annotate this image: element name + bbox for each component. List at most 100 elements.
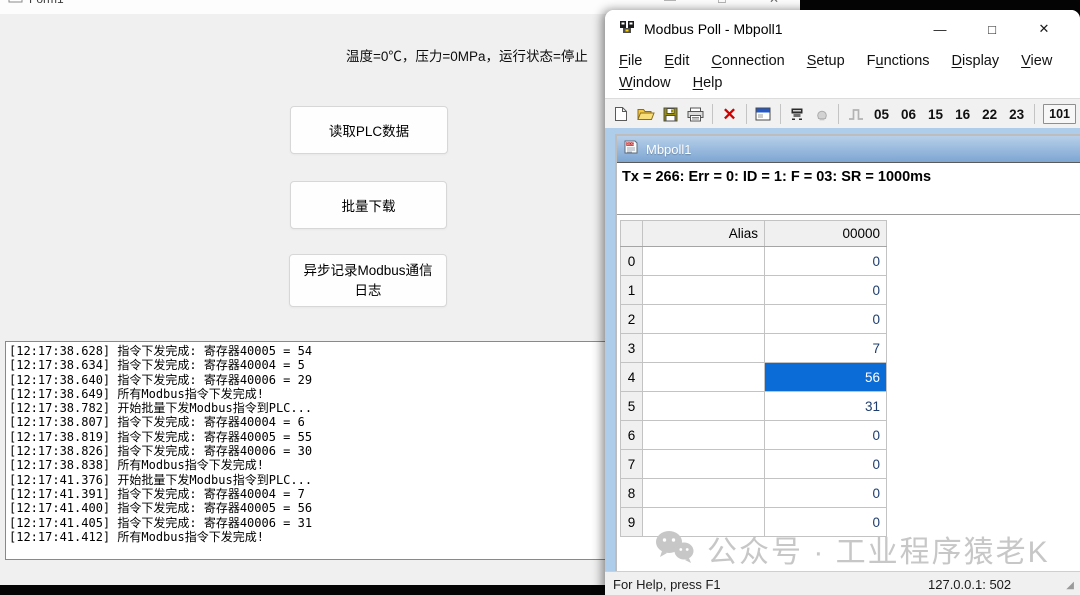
grid-cell-value[interactable]: 0: [765, 305, 887, 334]
modbus-poll-window: Modbus Poll - Mbpoll1 — □ ✕ File Edit Conn…: [605, 10, 1080, 595]
batch-download-button[interactable]: 批量下载: [290, 181, 447, 229]
grid-cell-alias[interactable]: [643, 508, 765, 537]
modbus-app-icon: [619, 19, 635, 40]
mbpoll1-client: Tx = 266: Err = 0: ID = 1: F = 03: SR = …: [617, 162, 1080, 571]
grid-cell-value[interactable]: 0: [765, 421, 887, 450]
read-plc-data-button[interactable]: 读取PLC数据: [290, 106, 448, 154]
grid-cell-alias[interactable]: [643, 247, 765, 276]
grid-cell-value[interactable]: 7: [765, 334, 887, 363]
disconnect-icon[interactable]: ✕: [717, 102, 742, 126]
modbus-window-title: Modbus Poll - Mbpoll1: [644, 21, 783, 37]
log-line: [12:17:38.634] 指令下发完成: 寄存器40004 = 5: [9, 358, 605, 372]
grid-row-8: 80: [621, 479, 887, 508]
grid-row-4: 4 56: [621, 363, 887, 392]
log-textbox[interactable]: [12:17:38.628] 指令下发完成: 寄存器40005 = 54[12:…: [5, 341, 606, 560]
new-file-icon[interactable]: [609, 102, 634, 126]
grid-cell-value[interactable]: 31: [765, 392, 887, 421]
grid-cell-alias[interactable]: [643, 450, 765, 479]
mbpoll1-titlebar[interactable]: DOC Mbpoll1: [617, 136, 1080, 162]
grid-cell-alias[interactable]: [643, 276, 765, 305]
menu-file[interactable]: File: [619, 50, 642, 72]
log-line: [12:17:38.782] 开始批量下发Modbus指令到PLC...: [9, 401, 605, 415]
grid-row-7: 70: [621, 450, 887, 479]
communication-traffic-icon[interactable]: [785, 102, 810, 126]
toolbar-separator: [746, 104, 747, 124]
grid-row-header[interactable]: 3: [621, 334, 643, 363]
grid-row-header[interactable]: 7: [621, 450, 643, 479]
log-line: [12:17:38.649] 所有Modbus指令下发完成!: [9, 387, 605, 401]
menu-view[interactable]: View: [1021, 50, 1052, 72]
log-line: [12:17:38.640] 指令下发完成: 寄存器40006 = 29: [9, 373, 605, 387]
toolbar-func-06-button[interactable]: 06: [895, 107, 922, 122]
mbpoll1-title: Mbpoll1: [646, 142, 692, 157]
mbpoll1-doc-icon: DOC: [623, 139, 639, 160]
grid-header-alias[interactable]: Alias: [643, 221, 765, 247]
save-icon[interactable]: [659, 102, 684, 126]
log-line: [12:17:41.376] 开始批量下发Modbus指令到PLC...: [9, 473, 605, 487]
toolbar-func-101-button[interactable]: 101: [1043, 104, 1076, 124]
plc-status-label: 温度=0℃，压力=0MPa，运行状态=停止: [346, 45, 588, 65]
grid-cell-alias[interactable]: [643, 305, 765, 334]
print-icon[interactable]: [683, 102, 708, 126]
log-line: [12:17:38.819] 指令下发完成: 寄存器40005 = 55: [9, 430, 605, 444]
grid-header-00000[interactable]: 00000: [765, 221, 887, 247]
grid-cell-alias[interactable]: [643, 334, 765, 363]
grid-row-header[interactable]: 6: [621, 421, 643, 450]
toolbar-func-22-button[interactable]: 22: [976, 107, 1003, 122]
grid-row-header[interactable]: 1: [621, 276, 643, 305]
setup-window-icon[interactable]: [751, 102, 776, 126]
grid-cell-value[interactable]: 0: [765, 450, 887, 479]
poll-status-line: Tx = 266: Err = 0: ID = 1: F = 03: SR = …: [617, 163, 1080, 185]
modbus-statusbar: For Help, press F1 127.0.0.1: 502 ◢: [605, 571, 1080, 595]
menu-window[interactable]: Window: [619, 72, 671, 94]
grid-row-3: 37: [621, 334, 887, 363]
menu-display[interactable]: Display: [952, 50, 1000, 72]
log-line: [12:17:41.391] 指令下发完成: 寄存器40004 = 7: [9, 487, 605, 501]
grid-corner-header: [621, 221, 643, 247]
register-grid: Alias 00000 0010203745653160708090: [620, 220, 887, 537]
grid-cell-value[interactable]: 0: [765, 247, 887, 276]
menu-connection[interactable]: Connection: [711, 50, 784, 72]
menu-functions[interactable]: Functions: [867, 50, 930, 72]
grid-row-header[interactable]: 8: [621, 479, 643, 508]
toolbar-func-15-button[interactable]: 15: [922, 107, 949, 122]
menu-setup[interactable]: Setup: [807, 50, 845, 72]
grid-row-header[interactable]: 4: [621, 363, 643, 392]
modbus-titlebar[interactable]: Modbus Poll - Mbpoll1 — □ ✕: [605, 10, 1080, 48]
toolbar-separator: [838, 104, 839, 124]
statusbar-resize-grip: ◢: [1066, 580, 1074, 591]
toolbar-func-05-button[interactable]: 05: [868, 107, 895, 122]
grid-cell-alias[interactable]: [643, 363, 765, 392]
menu-edit[interactable]: Edit: [664, 50, 689, 72]
grid-cell-alias[interactable]: [643, 479, 765, 508]
menu-help[interactable]: Help: [693, 72, 723, 94]
grid-cell-value[interactable]: 0: [765, 276, 887, 305]
form1-app-icon: [8, 0, 23, 9]
toolbar-func-16-button[interactable]: 16: [949, 107, 976, 122]
modbus-close-button[interactable]: ✕: [1018, 10, 1070, 48]
menu-row-2: Window Help: [619, 72, 1080, 94]
svg-text:DOC: DOC: [627, 142, 635, 146]
modbus-minimize-button[interactable]: —: [914, 10, 966, 48]
grid-cell-alias[interactable]: [643, 392, 765, 421]
toolbar-separator: [780, 104, 781, 124]
grid-cell-value-selected[interactable]: 56: [765, 363, 887, 392]
grid-row-header[interactable]: 9: [621, 508, 643, 537]
grid-row-header[interactable]: 2: [621, 305, 643, 334]
grid-row-6: 60: [621, 421, 887, 450]
grid-cell-value[interactable]: 0: [765, 508, 887, 537]
open-file-icon[interactable]: [634, 102, 659, 126]
grid-cell-value[interactable]: 0: [765, 479, 887, 508]
toolbar-func-23-button[interactable]: 23: [1003, 107, 1030, 122]
grid-row-header[interactable]: 5: [621, 392, 643, 421]
toolbar-separator: [1034, 104, 1035, 124]
grid-row-header[interactable]: 0: [621, 247, 643, 276]
pulse-coil-icon-disabled: [843, 102, 868, 126]
toolbar-function-codes: 050615162223: [868, 107, 1030, 122]
grid-cell-alias[interactable]: [643, 421, 765, 450]
grid-body: 0010203745653160708090: [621, 247, 887, 537]
log-line: [12:17:38.838] 所有Modbus指令下发完成!: [9, 458, 605, 472]
async-log-button[interactable]: 异步记录Modbus通信日志: [289, 254, 447, 307]
menu-row-1: File Edit Connection Setup Functions Display V…: [619, 50, 1080, 72]
modbus-maximize-button[interactable]: □: [966, 10, 1018, 48]
